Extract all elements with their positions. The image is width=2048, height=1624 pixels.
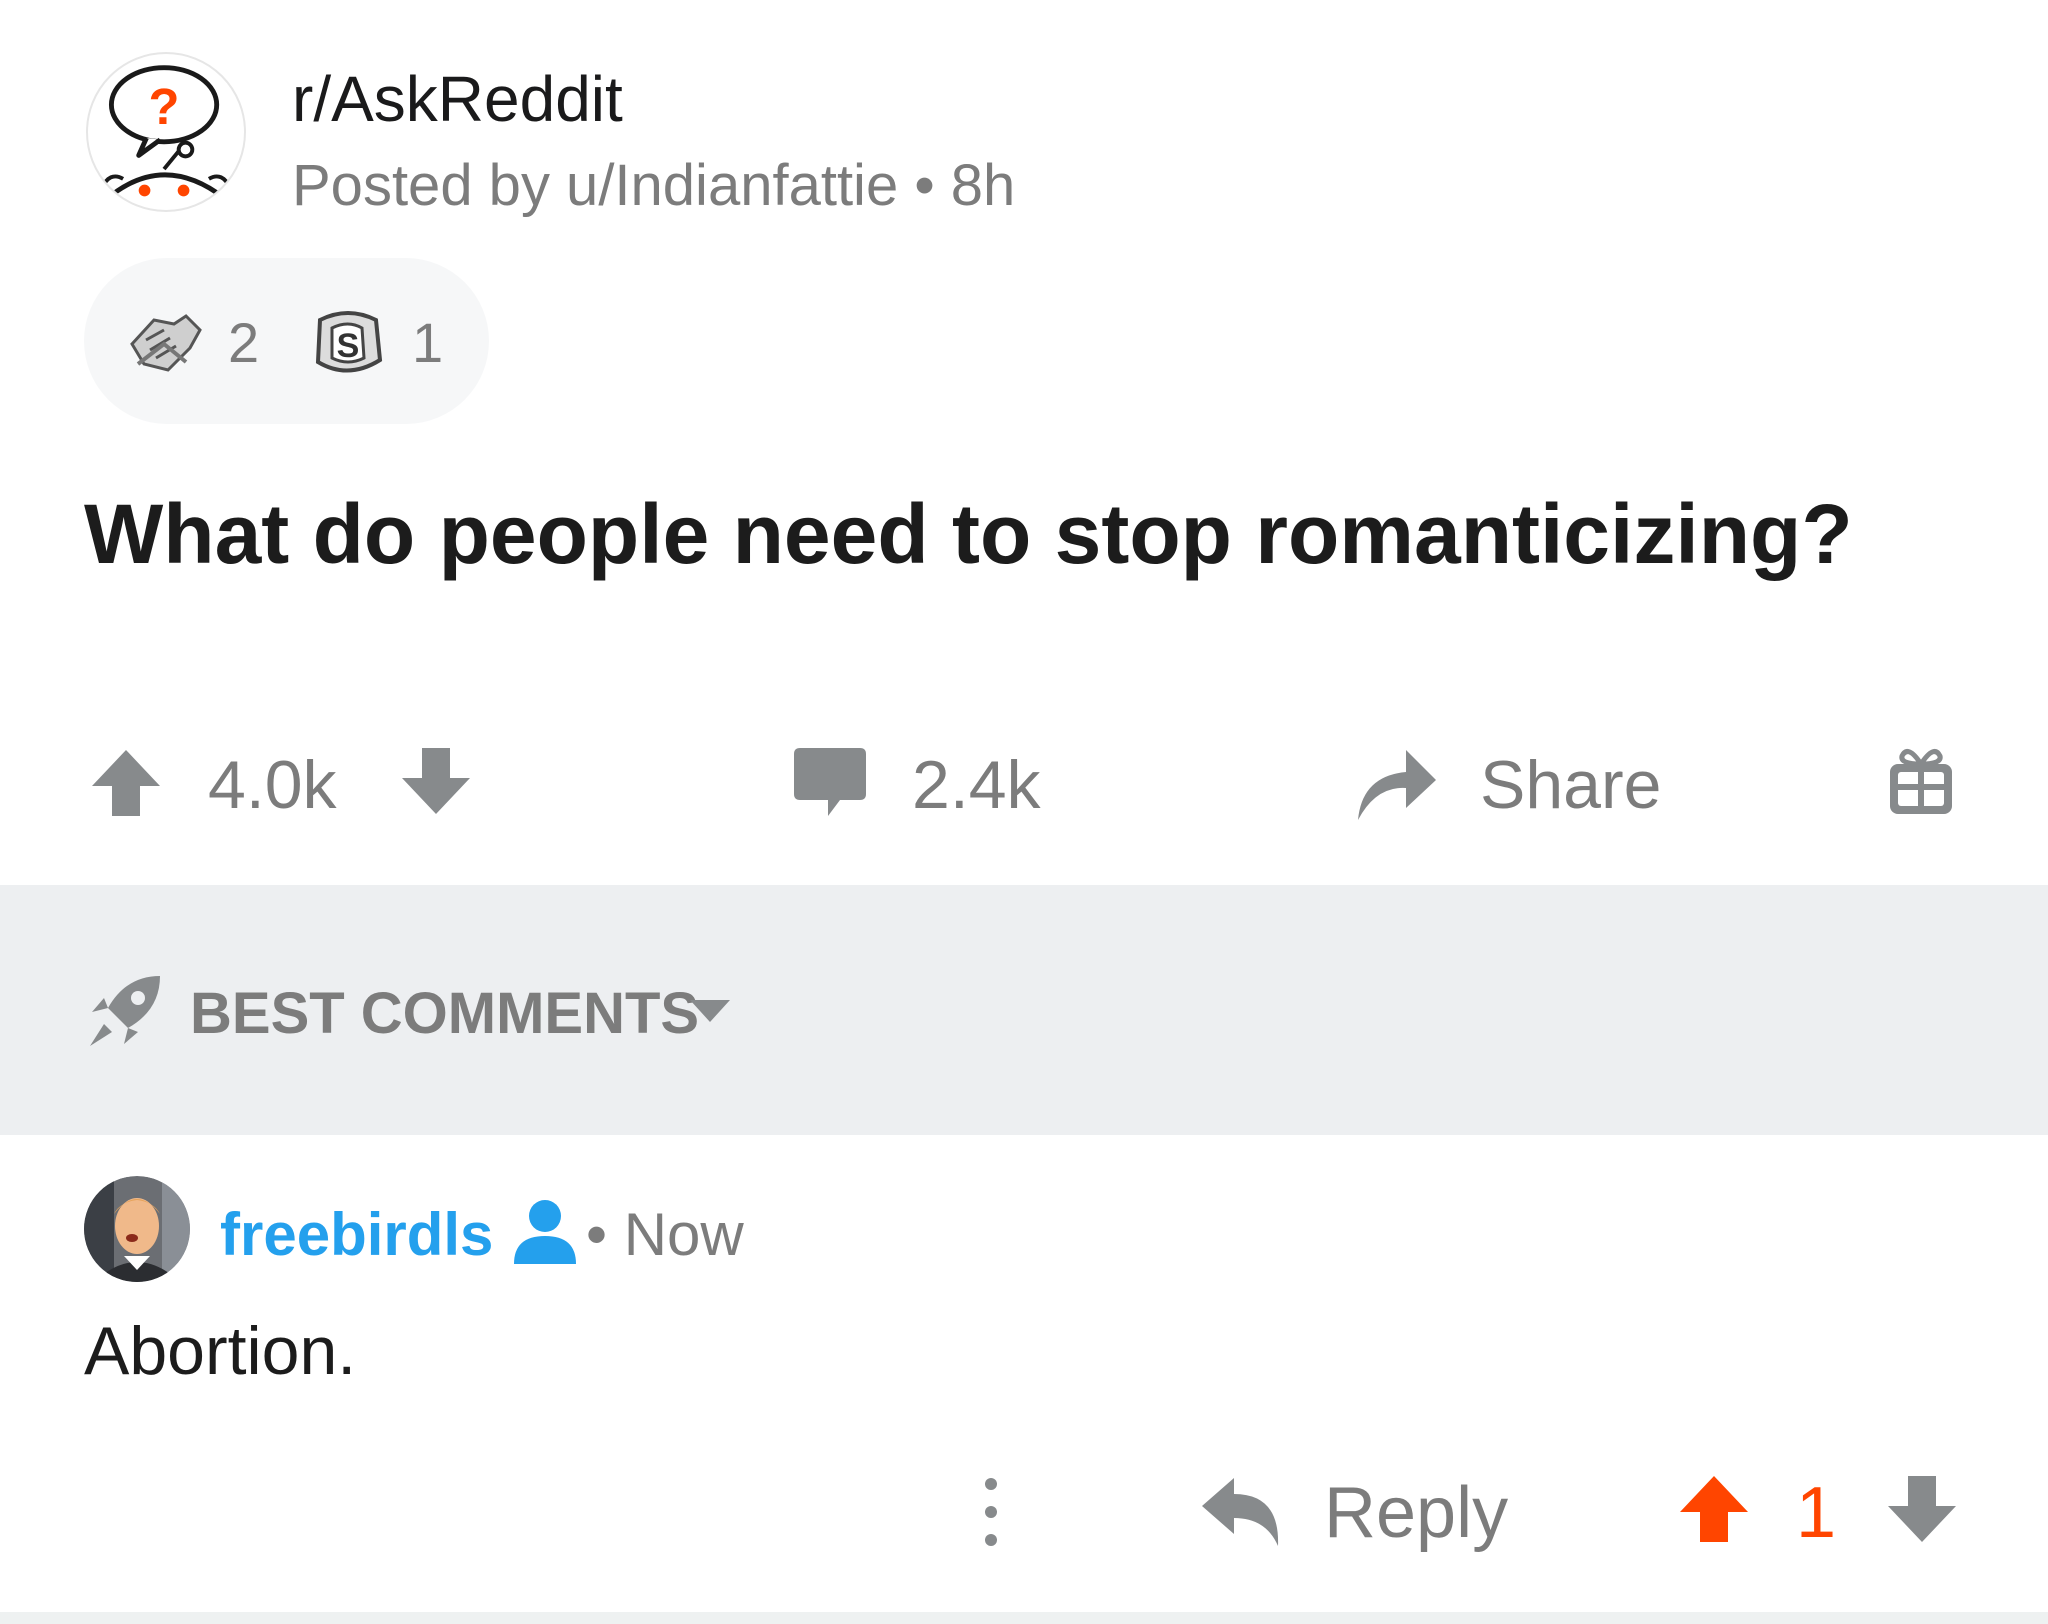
comment-score: 1 (1796, 1473, 1837, 1553)
downvote-icon[interactable] (398, 744, 474, 820)
posted-by[interactable]: Posted by u/Indianfattie (292, 153, 898, 218)
sort-label[interactable]: BEST COMMENTS (190, 980, 699, 1047)
gift-award-icon[interactable] (1884, 744, 1958, 818)
award-count: 1 (412, 311, 444, 374)
comment-count[interactable]: 2.4k (912, 746, 1041, 824)
upvote-icon[interactable] (88, 744, 164, 820)
post-meta: Posted by u/Indianfattie • 8h (292, 152, 1015, 219)
comment-user-avatar[interactable] (84, 1176, 190, 1282)
svg-text:S: S (337, 327, 360, 365)
comment-meta: • Now (586, 1200, 744, 1269)
comment-downvote-icon[interactable] (1886, 1472, 1958, 1546)
comment-username[interactable]: freebirdls (220, 1200, 493, 1269)
comment-upvote-icon[interactable] (1678, 1472, 1750, 1546)
meta-separator: • (586, 1201, 608, 1268)
subreddit-name[interactable]: r/AskReddit (292, 62, 623, 136)
user-profile-icon (512, 1196, 578, 1266)
hands-together-award-icon (124, 300, 208, 384)
post-age: 8h (950, 153, 1016, 218)
post-vote-count: 4.0k (208, 747, 337, 823)
rocket-icon (86, 972, 164, 1050)
reply-button[interactable]: Reply (1324, 1472, 1508, 1554)
divider (0, 1612, 2048, 1624)
share-button[interactable]: Share (1480, 746, 1661, 824)
svg-text:?: ? (149, 78, 180, 135)
meta-separator: • (914, 153, 935, 218)
comment-icon[interactable] (792, 744, 868, 820)
silver-s-award-icon: S (306, 300, 390, 384)
share-icon[interactable] (1354, 740, 1438, 824)
post-title[interactable]: What do people need to stop romanticizin… (84, 486, 1853, 583)
reply-icon[interactable] (1200, 1474, 1282, 1550)
more-options-icon[interactable] (976, 1472, 1006, 1552)
comment-body: Abortion. (84, 1313, 357, 1389)
chevron-down-icon[interactable] (688, 996, 732, 1026)
award-count: 2 (228, 311, 260, 374)
subreddit-avatar[interactable]: ? (86, 52, 246, 212)
comment-time: Now (623, 1201, 744, 1268)
